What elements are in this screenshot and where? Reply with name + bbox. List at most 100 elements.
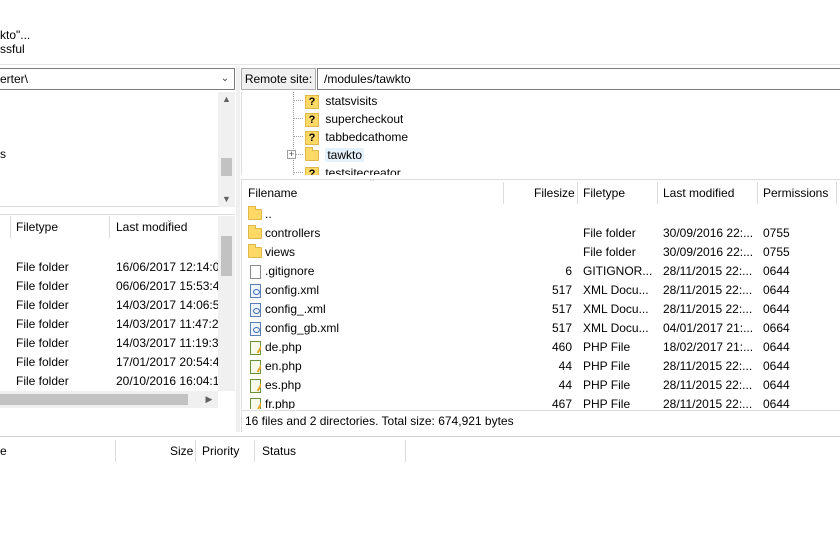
table-row[interactable]: File folder 14/03/2017 11:47:21: [0, 315, 218, 334]
cell-permissions: 0755: [763, 226, 790, 240]
column-header-filesize[interactable]: Filesize: [534, 182, 575, 204]
cell-filesize: 44: [558, 359, 572, 373]
scrollbar-thumb[interactable]: [0, 394, 188, 405]
cell-filetype: XML Docu...: [583, 283, 649, 297]
cell-modified: 16/06/2017 12:14:01: [116, 260, 218, 274]
column-header-filetype[interactable]: Filetype: [16, 216, 58, 238]
cell-filename: de.php: [265, 340, 302, 354]
table-row[interactable]: de.php 460 PHP File 18/02/2017 21:... 06…: [242, 338, 840, 357]
cell-permissions: 0644: [763, 378, 790, 392]
xml-file-icon: [250, 283, 261, 298]
local-list-scrollbar[interactable]: [218, 216, 235, 391]
expand-icon[interactable]: +: [287, 150, 296, 159]
chevron-down-icon[interactable]: ⌄: [219, 72, 231, 86]
cell-filename: fr.php: [265, 397, 296, 409]
cell-filetype: PHP File: [583, 359, 631, 373]
tree-item-label: supercheckout: [325, 112, 404, 126]
remote-path-input[interactable]: /modules/tawkto: [317, 68, 840, 90]
table-row[interactable]: File folder 14/03/2017 11:19:32: [0, 334, 218, 353]
scroll-right-icon[interactable]: ▶: [203, 394, 215, 404]
column-header-filename[interactable]: Filename: [248, 182, 297, 204]
table-row[interactable]: ..: [242, 205, 840, 224]
local-list-hscrollbar[interactable]: ▶: [0, 391, 218, 408]
remote-path-bar: Remote site: /modules/tawkto: [241, 68, 840, 90]
cell-modified: 14/03/2017 11:47:21: [116, 317, 218, 331]
cell-filetype: File folder: [583, 245, 636, 259]
table-row[interactable]: File folder 20/10/2016 16:04:12: [0, 372, 218, 391]
cell-filesize: 460: [551, 340, 572, 354]
tree-item-testsitecreator[interactable]: ? testsitecreator: [305, 164, 401, 175]
folder-icon: [305, 147, 319, 162]
question-folder-icon: ?: [305, 112, 319, 127]
cell-permissions: 0755: [763, 245, 790, 259]
pane-splitter[interactable]: [236, 66, 240, 432]
cell-filetype: File folder: [16, 374, 69, 388]
question-folder-icon: ?: [305, 166, 319, 175]
table-row[interactable]: en.php 44 PHP File 28/11/2015 22:... 064…: [242, 357, 840, 376]
cell-modified: 14/03/2017 11:19:32: [116, 336, 218, 350]
table-row[interactable]: fr.php 467 PHP File 28/11/2015 22:... 06…: [242, 395, 840, 409]
table-row[interactable]: File folder 06/06/2017 15:53:41: [0, 277, 218, 296]
cell-filesize: 517: [551, 283, 572, 297]
column-header-file[interactable]: e: [0, 440, 7, 462]
scrollbar-thumb[interactable]: [221, 236, 232, 276]
cell-permissions: 0644: [763, 302, 790, 316]
column-header-status[interactable]: Status: [262, 440, 296, 462]
cell-permissions: 0664: [763, 321, 790, 335]
remote-file-list: ⌃ Filename Filesize Filetype Last modifi…: [241, 179, 840, 409]
cell-modified: 20/10/2016 16:04:12: [116, 374, 218, 388]
cell-permissions: 0644: [763, 340, 790, 354]
file-icon: [250, 264, 261, 279]
table-row[interactable]: .gitignore 6 GITIGNOR... 28/11/2015 22:.…: [242, 262, 840, 281]
cell-modified: 18/02/2017 21:...: [663, 340, 754, 354]
local-tree-scrollbar[interactable]: ▲ ▼: [218, 92, 235, 207]
cell-filetype: GITIGNOR...: [583, 264, 653, 278]
cell-filename: ..: [265, 207, 272, 221]
folder-icon: [248, 206, 262, 221]
folder-icon: [248, 225, 262, 240]
table-row[interactable]: config_.xml 517 XML Docu... 28/11/2015 2…: [242, 300, 840, 319]
scroll-up-icon[interactable]: ▲: [218, 94, 235, 104]
cell-filename: config_.xml: [265, 302, 326, 316]
column-header-size[interactable]: Size: [170, 440, 193, 462]
cell-modified: 04/01/2017 21:...: [663, 321, 754, 335]
cell-modified: 28/11/2015 22:...: [663, 302, 753, 316]
cell-permissions: 0644: [763, 264, 790, 278]
log-line-2: ssful: [0, 42, 25, 56]
table-row[interactable]: config_gb.xml 517 XML Docu... 04/01/2017…: [242, 319, 840, 338]
table-row[interactable]: controllers File folder 30/09/2016 22:..…: [242, 224, 840, 243]
column-header-priority[interactable]: Priority: [202, 440, 239, 462]
column-header-filetype[interactable]: Filetype: [583, 182, 625, 204]
cell-filetype: File folder: [16, 336, 69, 350]
tree-item-supercheckout[interactable]: ? supercheckout: [305, 110, 403, 128]
table-row[interactable]: views File folder 30/09/2016 22:... 0755: [242, 243, 840, 262]
column-header-last-modified[interactable]: Last modified: [116, 216, 187, 238]
cell-permissions: 0644: [763, 397, 790, 409]
cell-filename: config_gb.xml: [265, 321, 340, 335]
remote-path-value: /modules/tawkto: [324, 72, 411, 86]
question-folder-icon: ?: [305, 94, 319, 109]
cell-modified: 28/11/2015 22:...: [663, 397, 753, 409]
local-path-combobox[interactable]: erter\ ⌄: [0, 68, 235, 90]
tree-item-tawkto[interactable]: tawkto: [305, 146, 365, 164]
scrollbar-thumb[interactable]: [221, 158, 232, 176]
tree-item-tabbedcathome[interactable]: ? tabbedcathome: [305, 128, 408, 146]
table-row[interactable]: File folder 16/06/2017 12:14:01: [0, 258, 218, 277]
php-file-icon: [250, 378, 261, 393]
cell-filetype: File folder: [16, 279, 69, 293]
cell-filename: config.xml: [265, 283, 320, 297]
table-row[interactable]: File folder 14/03/2017 14:06:54: [0, 296, 218, 315]
column-header-permissions[interactable]: Permissions: [763, 182, 828, 204]
cell-filetype: PHP File: [583, 340, 631, 354]
xml-file-icon: [250, 321, 261, 336]
scroll-down-icon[interactable]: ▼: [218, 194, 235, 204]
table-row[interactable]: File folder 17/01/2017 20:54:42: [0, 353, 218, 372]
cell-filetype: File folder: [16, 317, 69, 331]
table-row[interactable]: config.xml 517 XML Docu... 28/11/2015 22…: [242, 281, 840, 300]
column-header-last-modified[interactable]: Last modified: [663, 182, 734, 204]
sort-indicator-icon: ⌄: [166, 215, 173, 224]
cell-filesize: 517: [551, 321, 572, 335]
table-row[interactable]: es.php 44 PHP File 28/11/2015 22:... 064…: [242, 376, 840, 395]
tree-item[interactable]: s: [0, 147, 6, 161]
tree-item-statsvisits[interactable]: ? statsvisits: [305, 92, 377, 110]
